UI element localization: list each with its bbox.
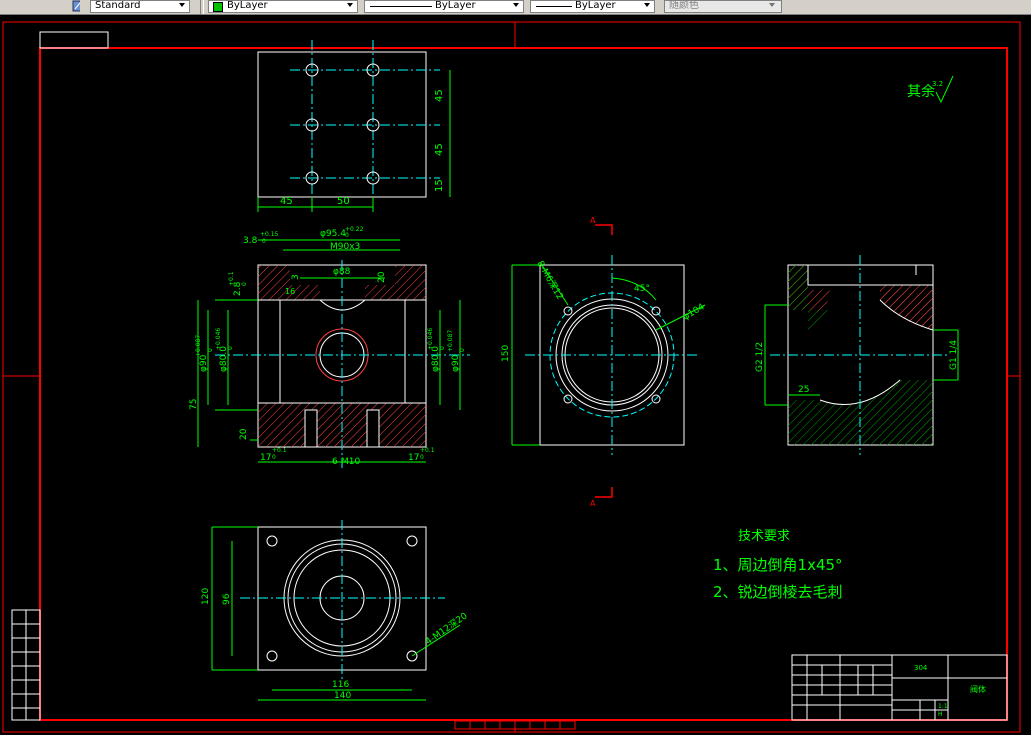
dim-text: 20 (377, 271, 387, 283)
dim-text: 4-M12深20 (423, 610, 469, 647)
dim-text: φ90 (451, 354, 461, 372)
dim-text: 0 (345, 232, 349, 239)
dim-text: 140 (334, 691, 351, 701)
lineweight-select[interactable]: ByLayer (530, 0, 655, 13)
title-drawing-name: 阀体 (970, 684, 986, 694)
chevron-down-icon[interactable] (641, 0, 653, 11)
dim-text: 0 (207, 348, 214, 352)
text-style-icon[interactable] (68, 0, 80, 13)
color-select[interactable]: ByLayer (208, 0, 358, 13)
section-mark-label: A (590, 499, 596, 508)
dim-text: 45 (280, 196, 293, 207)
dim-text: 0 (227, 346, 234, 350)
color-swatch-icon (213, 2, 223, 12)
section-marks (595, 224, 613, 498)
plot-style-value: 随颜色 (669, 0, 699, 11)
dim-text: 45° (634, 284, 650, 294)
roughness-value: 3.2 (932, 80, 943, 88)
dim-text: 50 (337, 196, 350, 207)
dim-text: 116 (332, 680, 349, 690)
dim-text: M90x3 (330, 242, 360, 252)
dim-text: 6-M10 (332, 457, 360, 467)
chevron-down-icon[interactable] (766, 0, 778, 11)
dim-text: +0.1 (272, 447, 287, 454)
dim-text: +0.087 (447, 330, 454, 352)
title-scale: 1:1 (938, 703, 948, 710)
title-material: 304 (914, 664, 928, 672)
dim-text: 3.8 (243, 236, 258, 246)
linetype-value: ByLayer (435, 0, 476, 11)
bottom-view: 120 96 116 140 4-M12深20 (201, 520, 470, 701)
lineweight-sample-icon (536, 6, 572, 7)
dim-text: 0 (262, 238, 266, 245)
section-mark-label: A (590, 216, 596, 225)
dim-text: 3 (291, 274, 301, 280)
dim-text: +0.046 (427, 328, 434, 350)
dim-text: 120 (201, 588, 211, 605)
drawing-canvas[interactable]: 45 45 15 45 50 3.8 +0.15 0 φ95.4 +0.22 0… (0, 15, 1031, 735)
chevron-down-icon[interactable] (510, 0, 522, 11)
dim-text: G1 1/4 (949, 340, 959, 370)
linetype-sample-icon (370, 6, 432, 7)
dim-text: 0 (420, 454, 424, 461)
chevron-down-icon[interactable] (176, 0, 188, 11)
dim-text: +0.046 (215, 328, 222, 350)
dim-text: 0 (459, 348, 466, 352)
dim-text: 25 (798, 385, 809, 395)
plot-style-select[interactable]: 随颜色 (664, 0, 782, 13)
dim-text: +0.15 (260, 231, 279, 238)
dim-text: 17 (260, 453, 271, 463)
chevron-down-icon[interactable] (344, 0, 356, 11)
color-value: ByLayer (227, 0, 268, 11)
dim-text: 150 (501, 345, 511, 362)
roughness-label: 其余 (907, 83, 935, 100)
text-style-value: Standard (95, 0, 141, 11)
side-section-view: G2 1/2 G1 1/4 25 (755, 255, 959, 455)
dim-text: φ104 (682, 302, 707, 322)
roughness-symbol: 其余 3.2 (907, 75, 954, 104)
technical-requirements: 技术要求 1、周边倒角1x45° 2、锐边倒棱去毛刺 (713, 529, 843, 601)
linetype-select[interactable]: ByLayer (364, 0, 524, 13)
revision-strip (11, 609, 41, 721)
lineweight-value: ByLayer (575, 0, 616, 11)
notes-title: 技术要求 (738, 529, 790, 544)
note-item: 1、周边倒角1x45° (713, 556, 843, 574)
circular-view: 8-M6深12 45° φ104 150 A A (501, 216, 707, 508)
dim-text: 17 (408, 453, 419, 463)
dim-text: φ95.4 (320, 229, 346, 239)
dim-text: 96 (222, 593, 232, 605)
dim-text: G2 1/2 (755, 342, 765, 372)
properties-toolbar: Standard ByLayer ByLayer ByLayer 随颜色 (0, 0, 1031, 15)
dim-text: 16 (285, 287, 295, 296)
toolbar-separator (200, 0, 204, 14)
front-section-view: 3.8 +0.15 0 φ95.4 +0.22 0 M90x3 3 φ88 20… (189, 226, 470, 470)
dim-text: 75 (189, 399, 199, 410)
dim-text: 45 (434, 143, 445, 156)
title-sheet: H (938, 711, 943, 718)
dim-text: 0 (272, 454, 276, 461)
dim-text: +0.087 (195, 335, 202, 357)
top-view: 45 45 15 45 50 (257, 40, 451, 212)
note-item: 2、锐边倒棱去毛刺 (713, 583, 843, 601)
dim-text: 15 (434, 179, 445, 192)
title-block: 304 阀体 1:1 H (791, 654, 1008, 721)
dim-text: 20 (239, 428, 249, 440)
dim-text: 45 (434, 89, 445, 102)
dim-text: +0.1 (420, 447, 435, 454)
dim-text: +0.1 (228, 271, 235, 286)
dim-text: φ88 (333, 267, 351, 277)
dim-text: 0 (241, 282, 248, 286)
text-style-select[interactable]: Standard (90, 0, 190, 13)
dim-text: 0 (439, 346, 446, 350)
